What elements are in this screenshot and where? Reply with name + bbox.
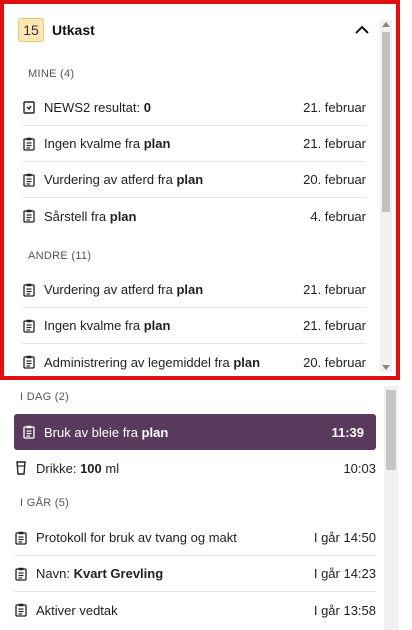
drafts-list[interactable]: MINE (4) NEWS2 resultat: 0 21. februar Ing… [8,52,380,372]
list-item[interactable]: Protokoll for bruk av tvang og makt I går… [14,520,376,556]
drafts-count-badge: 15 [18,18,44,42]
item-text: NEWS2 resultat: [44,100,144,115]
clipboard-icon [22,137,36,151]
item-text: Vurdering av atferd fra [44,282,177,297]
list-item[interactable]: Ingen kvalme fra plan 21. februar [22,308,366,344]
item-text-bold: plan [233,354,261,370]
scroll-down-arrow[interactable] [382,365,390,370]
item-text-bold: 0 [143,100,151,115]
timeline-scrollbar[interactable] [384,386,398,630]
clipboard-icon [22,173,36,187]
item-text: Sårstell fra [44,208,110,224]
drafts-title: Utkast [52,22,95,38]
item-date: 21. februar [303,318,366,333]
collapse-button[interactable] [352,20,372,40]
clipboard-icon [22,319,36,333]
item-label: Vurdering av atferd fra plan [44,172,293,187]
item-text-bold: plan [176,172,204,187]
list-item[interactable]: Ingen kvalme fra plan 21. februar [22,126,366,162]
timeline-panel: I DAG (2) Bruk av bleie fra plan 11:39 Dri… [0,380,412,630]
item-text-suffix: ml [101,460,120,476]
list-item[interactable]: Sårstell fra plan 4. februar [22,198,366,234]
list-item[interactable]: Administrering av legemiddel fra plan 20.… [22,344,366,372]
item-text-bold: plan [141,424,169,440]
item-text: Ingen kvalme fra [44,318,144,333]
list-item[interactable]: Vurdering av atferd fra plan 21. februar [22,272,366,308]
drafts-header[interactable]: 15 Utkast [8,8,380,52]
item-text: Bruk av bleie fra [44,424,142,440]
drafts-panel: 15 Utkast MINE (4) NEWS2 resultat: 0 21. … [0,0,400,380]
item-date: 21. februar [303,282,366,297]
item-label: Ingen kvalme fra plan [44,136,293,151]
item-text: Vurdering av atferd fra [44,172,177,187]
item-date: I går 13:58 [313,602,376,618]
item-label: Vurdering av atferd fra plan [44,282,293,297]
item-date: 21. februar [303,136,366,151]
item-text: Navn: [36,566,74,581]
report-icon [22,101,36,115]
section-label-today: I DAG (2) [20,391,70,403]
item-date: I går 14:50 [313,530,376,545]
item-text: Administrering av legemiddel fra [44,354,234,370]
item-date: 11:39 [331,424,364,440]
item-date: 4. februar [310,208,366,224]
section-label-yesterday: I GÅR (5) [20,497,70,509]
item-label: Aktiver vedtak [36,603,304,618]
item-text: Protokoll for bruk av tvang og makt [36,530,237,545]
item-text-bold: plan [143,318,171,333]
clipboard-icon [22,425,36,439]
section-label-andre: ANDRE (11) [28,250,92,262]
list-item[interactable]: Vurdering av atferd fra plan 20. februar [22,162,366,198]
clipboard-icon [22,283,36,297]
list-item[interactable]: NEWS2 resultat: 0 21. februar [22,90,366,126]
item-date: 20. februar [303,354,366,370]
clipboard-icon [22,209,36,223]
item-label: Drikke: 100 ml [36,461,333,476]
item-date: 21. februar [303,100,366,115]
item-label: Administrering av legemiddel fra plan [44,355,293,370]
item-text-bold: plan [176,282,204,297]
item-text: Ingen kvalme fra [44,136,144,151]
chevron-up-icon [355,25,369,34]
scrollbar-thumb[interactable] [386,390,396,470]
cup-icon [14,461,28,475]
clipboard-icon [14,603,28,617]
list-item[interactable]: Drikke: 100 ml 10:03 [14,450,376,486]
clipboard-icon [22,355,36,369]
item-date: 10:03 [343,460,376,476]
item-label: Protokoll for bruk av tvang og makt [36,530,304,545]
item-label: Bruk av bleie fra plan [44,425,321,440]
item-label: NEWS2 resultat: 0 [44,100,293,115]
item-date: 20. februar [303,172,366,187]
scroll-up-arrow[interactable] [382,22,390,27]
scrollbar-thumb[interactable] [382,32,390,212]
list-item[interactable]: Aktiver vedtak I går 13:58 [14,592,376,628]
item-date: I går 14:23 [313,566,376,581]
item-text: Drikke: [36,460,81,476]
item-text: Aktiver vedtak [36,602,118,618]
list-item[interactable]: Navn: Kvart Grevling I går 14:23 [14,556,376,592]
clipboard-icon [14,567,28,581]
item-text-bold: plan [109,208,137,224]
section-label-mine: MINE (4) [28,68,75,80]
drafts-scrollbar[interactable] [380,20,392,372]
list-item[interactable]: Bruk av bleie fra plan 11:39 [14,414,376,450]
item-label: Ingen kvalme fra plan [44,318,293,333]
item-text-bold: 100 [80,460,102,476]
clipboard-icon [14,531,28,545]
item-label: Navn: Kvart Grevling [36,566,304,581]
item-text-bold: Kvart Grevling [73,566,164,581]
item-label: Sårstell fra plan [44,209,300,224]
item-text-bold: plan [143,136,171,151]
